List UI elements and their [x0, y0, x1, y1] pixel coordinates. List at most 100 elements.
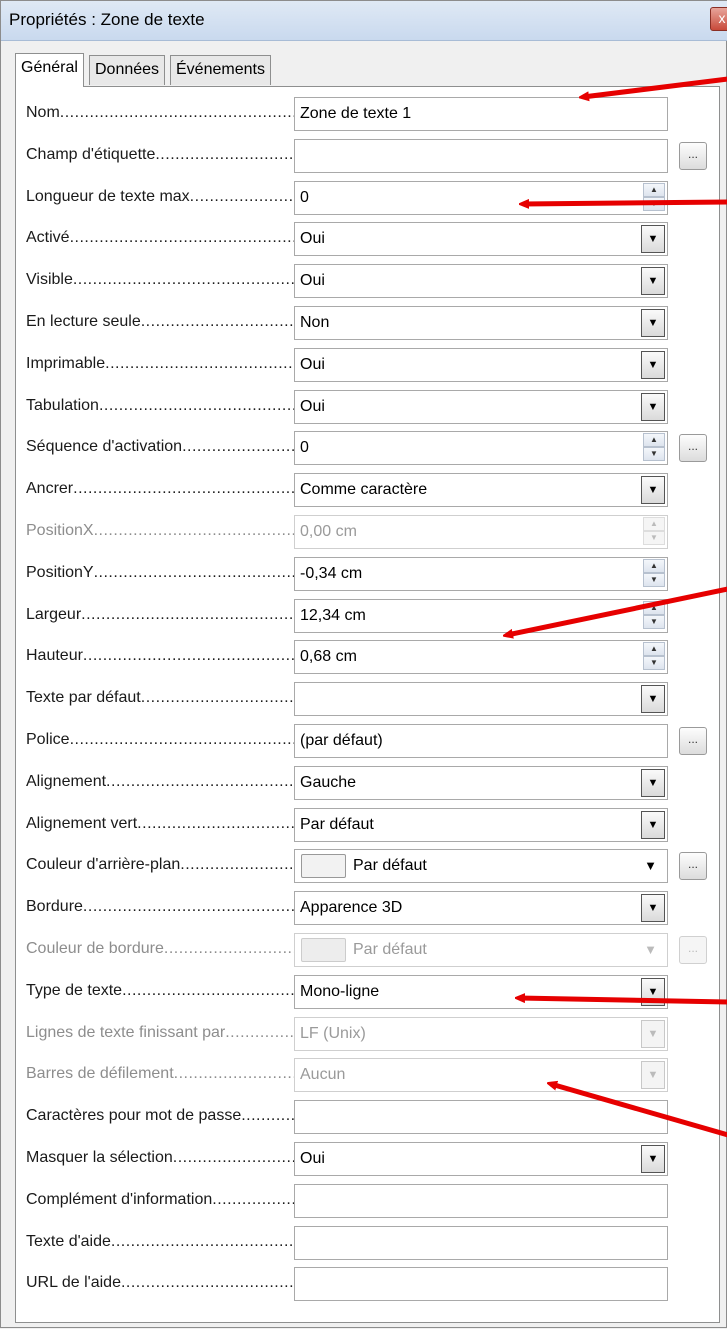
property-field[interactable]: Mono-ligne ▼: [294, 974, 668, 1009]
property-value: Oui: [300, 1150, 325, 1167]
close-button[interactable]: x: [710, 7, 727, 31]
dropdown-arrow-icon[interactable]: ▼: [641, 225, 665, 254]
spinner[interactable]: ▲ ▼: [643, 558, 665, 589]
dropdown-arrow-icon[interactable]: ▼: [641, 768, 665, 797]
property-field[interactable]: [294, 138, 668, 173]
property-value: Par défaut: [353, 857, 427, 875]
property-label-text: Alignement vert: [26, 814, 138, 832]
property-label: Complément d'information................…: [26, 1191, 301, 1213]
ellipsis-button[interactable]: ...: [679, 852, 707, 881]
property-label-text: PositionY: [26, 563, 94, 581]
property-field[interactable]: Oui ▼: [294, 222, 668, 257]
property-label-text: En lecture seule: [26, 313, 141, 330]
property-row-bordure: Bordure.................................…: [16, 886, 721, 928]
property-field[interactable]: Zone de texte 1: [294, 97, 668, 131]
property-field[interactable]: Oui ▼: [294, 264, 668, 299]
leader-dots: ........................................…: [120, 1274, 301, 1292]
spin-up-icon[interactable]: ▲: [643, 182, 665, 197]
dropdown-arrow-icon[interactable]: ▼: [641, 894, 665, 923]
property-field[interactable]: Gauche ▼: [294, 765, 668, 800]
property-label-text: Barres de défilement: [26, 1065, 174, 1083]
ellipsis-button[interactable]: ...: [679, 434, 707, 463]
property-value: Mono-ligne: [300, 982, 380, 1000]
property-field[interactable]: Comme caractère ▼: [294, 473, 668, 508]
property-field[interactable]: [294, 1225, 668, 1260]
property-row-positiony: PositionY...............................…: [16, 552, 721, 594]
property-field[interactable]: Apparence 3D ▼: [294, 891, 668, 926]
dropdown-arrow-icon[interactable]: ▼: [641, 350, 665, 379]
property-field[interactable]: Par défaut ▼: [294, 849, 668, 884]
dropdown-arrow-icon[interactable]: ▼: [641, 1145, 665, 1173]
property-field[interactable]: 12,34 cm ▲ ▼: [294, 598, 668, 633]
property-label: Nom.....................................…: [26, 104, 301, 126]
property-value: LF (Unix): [300, 1024, 366, 1042]
property-field: 0,00 cm ▲ ▼: [294, 515, 668, 549]
leader-dots: ........................................…: [73, 480, 301, 498]
spin-down-icon[interactable]: ▼: [643, 656, 665, 671]
leader-dots: ........................................…: [69, 731, 301, 748]
tab-donnees[interactable]: Données: [89, 55, 166, 85]
property-field[interactable]: 0 ▲ ▼: [294, 431, 668, 466]
property-row-texte-par-defaut: Texte par défaut........................…: [16, 677, 721, 719]
spin-up-icon[interactable]: ▲: [643, 642, 665, 657]
property-field[interactable]: Oui ▼: [294, 1142, 668, 1176]
property-value: Apparence 3D: [300, 899, 403, 917]
tab-general[interactable]: Général: [15, 53, 84, 87]
property-row-active: Activé..................................…: [16, 217, 721, 259]
spinner[interactable]: ▲ ▼: [643, 433, 665, 463]
property-value: 0: [300, 439, 309, 457]
dropdown-arrow-icon[interactable]: ▼: [641, 977, 665, 1006]
spin-down-icon[interactable]: ▼: [643, 614, 665, 629]
property-field[interactable]: [294, 1100, 668, 1135]
property-field[interactable]: [294, 1267, 668, 1302]
property-value: (par défaut): [300, 732, 383, 749]
dropdown-arrow-icon[interactable]: ▼: [644, 858, 657, 873]
dropdown-arrow-icon[interactable]: ▼: [641, 267, 665, 296]
spin-down-icon[interactable]: ▼: [643, 196, 665, 211]
ellipsis-button[interactable]: ...: [679, 727, 707, 755]
property-label: Visible.................................…: [26, 271, 301, 293]
dropdown-arrow-icon[interactable]: ▼: [641, 309, 665, 337]
dropdown-arrow-icon[interactable]: ▼: [641, 810, 665, 839]
property-field[interactable]: Oui ▼: [294, 389, 668, 424]
property-field[interactable]: [294, 1183, 668, 1218]
leader-dots: ........................................…: [241, 1107, 301, 1125]
property-field[interactable]: -0,34 cm ▲ ▼: [294, 556, 668, 591]
property-label: En lecture seule........................…: [26, 313, 301, 335]
dropdown-arrow-icon[interactable]: ▼: [641, 392, 665, 421]
leader-dots: ........................................…: [182, 438, 301, 456]
property-label: Alignement vert.........................…: [26, 815, 301, 837]
property-field[interactable]: Non ▼: [294, 306, 668, 340]
dropdown-arrow-icon[interactable]: ▼: [641, 476, 665, 505]
tab-evenements[interactable]: Événements: [170, 55, 271, 85]
property-row-url-de-l-aide: URL de l'aide...........................…: [16, 1262, 721, 1304]
spin-up-icon[interactable]: ▲: [643, 433, 665, 448]
spin-down-icon[interactable]: ▼: [643, 572, 665, 587]
property-label-text: Texte d'aide: [26, 1232, 111, 1250]
spin-up-icon[interactable]: ▲: [643, 600, 665, 615]
leader-dots: ........................................…: [180, 856, 301, 874]
property-field[interactable]: Par défaut ▼: [294, 807, 668, 842]
property-label-text: Champ d'étiquette: [26, 145, 156, 163]
dropdown-arrow-icon[interactable]: ▼: [641, 685, 665, 714]
spinner: ▲ ▼: [643, 517, 665, 547]
spinner[interactable]: ▲ ▼: [643, 600, 665, 631]
property-field[interactable]: ▼: [294, 682, 668, 717]
color-swatch: [301, 938, 346, 962]
properties-panel: Nom.....................................…: [15, 86, 720, 1323]
property-row-hauteur: Hauteur.................................…: [16, 635, 721, 677]
dropdown-arrow-icon: ▼: [641, 1019, 665, 1048]
property-label: Imprimable..............................…: [26, 355, 301, 377]
spinner[interactable]: ▲ ▼: [643, 182, 665, 213]
property-value: -0,34 cm: [300, 564, 363, 582]
spinner[interactable]: ▲ ▼: [643, 642, 665, 672]
property-row-visible: Visible.................................…: [16, 259, 721, 301]
ellipsis-button[interactable]: ...: [679, 141, 707, 170]
property-field[interactable]: 0 ▲ ▼: [294, 180, 668, 215]
spin-down-icon[interactable]: ▼: [643, 447, 665, 462]
property-field[interactable]: Oui ▼: [294, 347, 668, 382]
spin-up-icon[interactable]: ▲: [643, 558, 665, 573]
property-field[interactable]: (par défaut): [294, 724, 668, 758]
property-row-masquer-la-selection: Masquer la sélection....................…: [16, 1137, 721, 1179]
property-field[interactable]: 0,68 cm ▲ ▼: [294, 640, 668, 675]
